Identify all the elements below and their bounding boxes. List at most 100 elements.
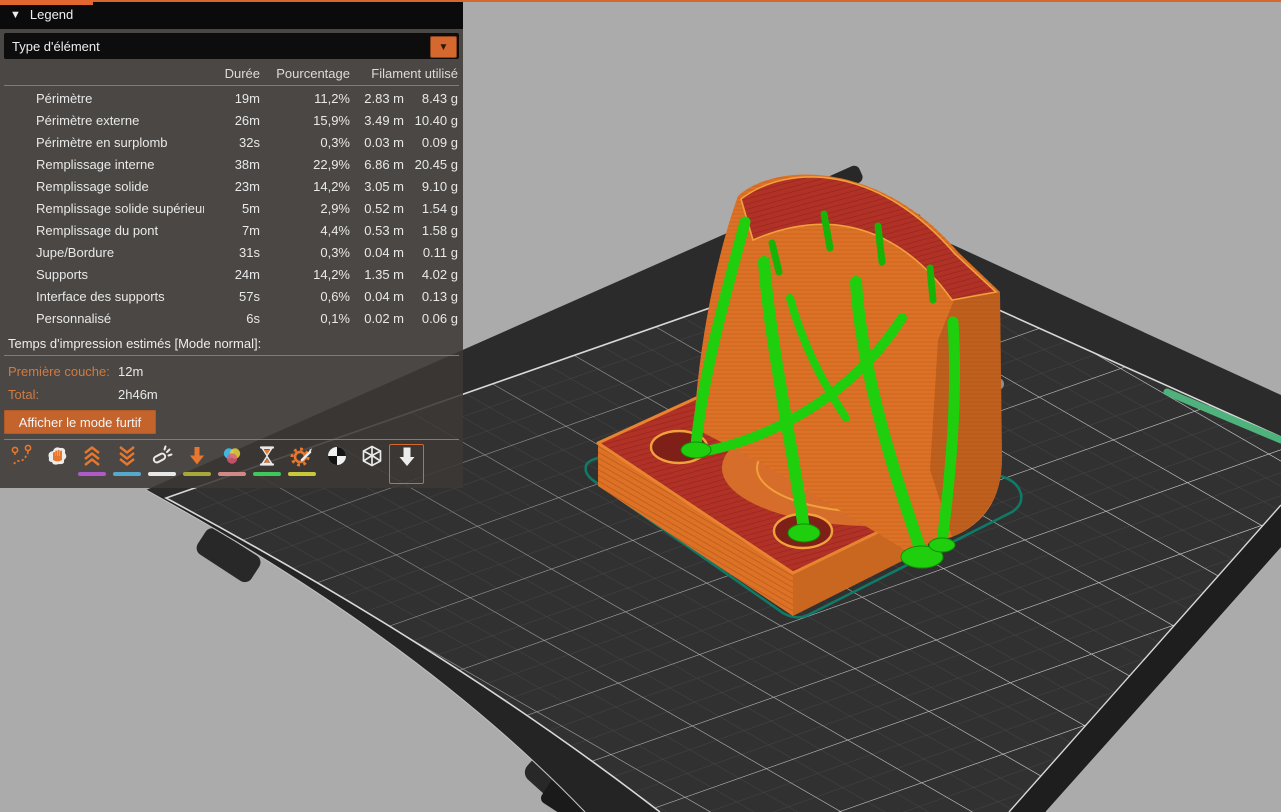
deretractions-icon <box>118 446 135 466</box>
length-value: 3.05 m <box>364 178 404 194</box>
percent-value: 11,2% <box>314 90 350 106</box>
legend-row: Jupe/Bordure 31s 0,3% 0.04 m 0.11 g <box>0 241 463 263</box>
seams-toggle[interactable] <box>144 444 179 484</box>
legend-title: Legend <box>29 7 74 22</box>
seams-icon <box>152 445 172 464</box>
legend-row: Interface des supports 57s 0,6% 0.04 m 0… <box>0 285 463 307</box>
duration-value: 31s <box>239 244 260 260</box>
legend-row: Personnalisé 6s 0,1% 0.02 m 0.06 g <box>0 307 463 329</box>
total-row: Total: 2h46m <box>8 387 308 402</box>
legend-panel: ▼ Legend Type d'élément ▼ Durée Pourcent… <box>0 0 463 488</box>
retractions-toggle[interactable] <box>74 444 109 484</box>
legend-row: Remplissage solide 23m 14,2% 3.05 m 9.10… <box>0 175 463 197</box>
duration-value: 26m <box>234 112 260 128</box>
length-value: 0.03 m <box>364 134 404 150</box>
deretractions-toggle[interactable] <box>109 444 144 484</box>
percent-value: 14,2% <box>313 266 350 282</box>
weight-value: 1.54 g <box>421 200 458 216</box>
weight-value: 8.43 g <box>421 90 458 106</box>
deretractions-underline <box>112 472 141 476</box>
weight-value: 0.13 g <box>421 288 458 304</box>
tool-marker-toggle[interactable] <box>389 444 424 484</box>
weight-value: 0.11 g <box>422 244 458 260</box>
tool-changes-underline <box>182 472 211 476</box>
duration-value: 7m <box>241 222 260 238</box>
percent-value: 14,2% <box>313 178 350 194</box>
percent-value: 15,9% <box>313 112 350 128</box>
travels-icon <box>11 444 31 465</box>
travels-toggle[interactable] <box>4 444 39 484</box>
shells-toggle[interactable] <box>354 444 389 484</box>
percent-value: 0,6% <box>320 288 350 304</box>
length-value: 0.52 m <box>364 200 404 216</box>
view-type-dropdown[interactable]: Type d'élément ▼ <box>4 33 459 59</box>
color-changes-toggle[interactable] <box>214 444 249 484</box>
legend-row: Supports 24m 14,2% 1.35 m 4.02 g <box>0 263 463 285</box>
length-value: 1.35 m <box>364 266 404 282</box>
separator <box>4 355 459 356</box>
color-changes-icon <box>223 448 240 464</box>
tool-changes-icon <box>189 447 204 465</box>
pause-prints-toggle[interactable] <box>249 444 284 484</box>
pause-prints-underline <box>252 472 281 476</box>
tool-marker-icon <box>399 447 414 466</box>
percent-value: 0,3% <box>320 134 350 150</box>
length-value: 0.53 m <box>364 222 404 238</box>
weight-value: 9.10 g <box>421 178 458 194</box>
center-of-mass-toggle[interactable] <box>319 444 354 484</box>
feature-label: Jupe/Bordure <box>36 244 115 260</box>
weight-value: 0.06 g <box>421 310 458 326</box>
legend-row: Remplissage solide supérieur 5m 2,9% 0.5… <box>0 197 463 219</box>
total-label: Total: <box>8 387 40 402</box>
legend-row: Remplissage du pont 7m 4,4% 0.53 m 1.58 … <box>0 219 463 241</box>
legend-row: Périmètre en surplomb 32s 0,3% 0.03 m 0.… <box>0 131 463 153</box>
shells-icon <box>362 445 381 467</box>
legend-table-header: Durée Pourcentage Filament utilisé <box>0 62 463 84</box>
column-filament: Filament utilisé <box>371 65 458 81</box>
weight-value: 4.02 g <box>421 266 458 282</box>
feature-label: Interface des supports <box>36 288 165 304</box>
separator <box>4 85 459 86</box>
legend-toolbar <box>4 444 424 484</box>
feature-label: Périmètre en surplomb <box>36 134 168 150</box>
feature-label: Remplissage solide supérieur <box>36 200 204 216</box>
length-value: 0.04 m <box>364 288 404 304</box>
feature-label: Personnalisé <box>36 310 112 326</box>
weight-value: 20.45 g <box>414 156 458 172</box>
tool-changes-toggle[interactable] <box>179 444 214 484</box>
duration-value: 32s <box>239 134 260 150</box>
legend-row: Remplissage interne 38m 22,9% 6.86 m 20.… <box>0 153 463 175</box>
center-of-mass-icon <box>327 447 346 465</box>
custom-gcodes-toggle[interactable] <box>284 444 319 484</box>
duration-value: 57s <box>239 288 260 304</box>
weight-value: 10.40 g <box>414 112 458 128</box>
length-value: 2.83 m <box>364 90 404 106</box>
length-value: 3.49 m <box>364 112 404 128</box>
duration-value: 19m <box>234 90 260 106</box>
length-value: 0.04 m <box>364 244 404 260</box>
wipe-toggle[interactable] <box>39 444 74 484</box>
wipe-icon <box>48 447 66 465</box>
first-layer-label: Première couche: <box>8 364 110 379</box>
duration-value: 5m <box>241 200 260 216</box>
retractions-icon <box>83 446 100 466</box>
percent-value: 0,1% <box>320 310 350 326</box>
dropdown-arrow-button[interactable]: ▼ <box>430 36 457 58</box>
first-layer-row: Première couche: 12m <box>8 364 308 379</box>
custom-gcodes-underline <box>287 472 316 476</box>
legend-rows: Périmètre 19m 11,2% 2.83 m 8.43 g Périmè… <box>0 87 463 329</box>
legend-row: Périmètre externe 26m 15,9% 3.49 m 10.40… <box>0 109 463 131</box>
length-value: 0.02 m <box>364 310 404 326</box>
percent-value: 0,3% <box>320 244 350 260</box>
feature-label: Remplissage solide <box>36 178 149 194</box>
seams-underline <box>147 472 176 476</box>
custom-gcodes-icon <box>290 447 312 467</box>
stealth-mode-button[interactable]: Afficher le mode furtif <box>4 410 156 434</box>
percent-value: 22,9% <box>313 156 350 172</box>
length-value: 6.86 m <box>364 156 404 172</box>
feature-label: Périmètre <box>36 90 93 106</box>
legend-row: Périmètre 19m 11,2% 2.83 m 8.43 g <box>0 87 463 109</box>
feature-label: Supports <box>36 266 89 282</box>
duration-value: 6s <box>246 310 260 326</box>
column-percentage: Pourcentage <box>276 65 350 81</box>
